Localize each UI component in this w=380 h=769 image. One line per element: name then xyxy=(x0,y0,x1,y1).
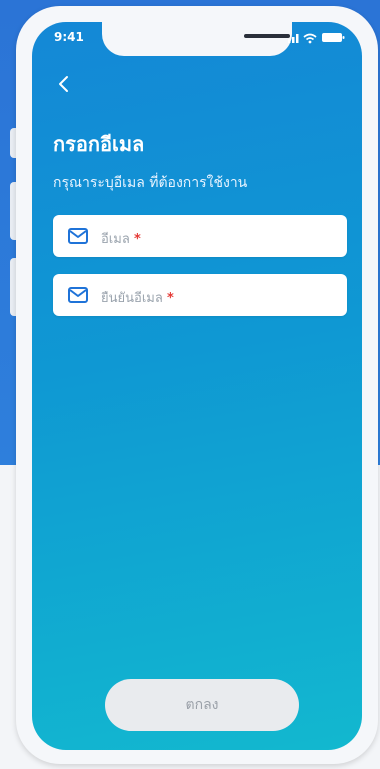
battery-icon xyxy=(322,33,345,42)
back-button[interactable] xyxy=(52,72,76,96)
mail-icon xyxy=(68,287,88,303)
required-mark: * xyxy=(133,232,141,247)
email-placeholder-text: อีเมล xyxy=(101,232,130,247)
page-title: กรอกอีเมล xyxy=(53,132,145,156)
app-screen: 9:41 กรอกอีเมล กรุณาระบุอีเมล ที่ต้องการ… xyxy=(32,22,362,750)
email-placeholder: อีเมล * xyxy=(101,228,141,249)
mail-icon xyxy=(68,228,88,244)
phone-frame: 9:41 กรอกอีเมล กรุณาระบุอีเมล ที่ต้องการ… xyxy=(16,6,378,764)
page-subtitle: กรุณาระบุอีเมล ที่ต้องการใช้งาน xyxy=(53,175,248,191)
required-mark: * xyxy=(166,291,174,306)
device-notch xyxy=(102,22,292,56)
status-time: 9:41 xyxy=(54,30,84,44)
confirm-email-placeholder-text: ยืนยันอีเมล xyxy=(101,291,163,306)
wifi-icon xyxy=(303,33,317,44)
signal-icon xyxy=(288,34,299,43)
status-bar-icons xyxy=(288,33,345,44)
confirm-email-placeholder: ยืนยันอีเมล * xyxy=(101,287,174,308)
chevron-left-icon xyxy=(59,76,68,92)
submit-button[interactable]: ตกลง xyxy=(105,679,299,731)
speaker-grille xyxy=(244,34,290,38)
confirm-email-field[interactable]: ยืนยันอีเมล * xyxy=(53,274,347,316)
email-field[interactable]: อีเมล * xyxy=(53,215,347,257)
